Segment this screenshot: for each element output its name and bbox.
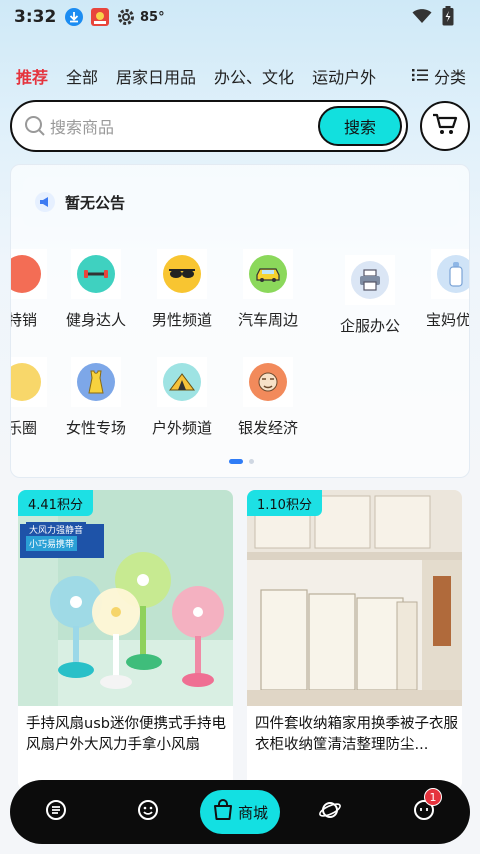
app-notification-icon [90, 7, 110, 27]
product-card[interactable]: 大风力强静音 小巧易携带 4.41积分 手持风扇usb迷你便携式手持电风扇户外大… [18, 490, 233, 790]
pager-dots [11, 459, 469, 464]
search-row: 搜索 [10, 100, 470, 152]
category-image [11, 249, 47, 299]
tab-all[interactable]: 全部 [66, 64, 98, 88]
category-image [345, 255, 395, 305]
category-tabs: 推荐 全部 居家日用品 办公、文化 运动户外 分类 [0, 58, 480, 94]
nav-shop[interactable]: 商城 [200, 790, 280, 834]
planet-icon [318, 799, 342, 825]
category-image [243, 249, 293, 299]
tank-top-icon [77, 363, 115, 401]
cart-button[interactable] [420, 101, 470, 151]
list-icon [45, 799, 67, 825]
menu-list-icon [411, 67, 428, 86]
nav-list[interactable] [26, 780, 86, 844]
baby-bottle-icon [437, 255, 469, 293]
pager-dot[interactable] [248, 459, 254, 464]
dumbbell-icon [77, 255, 115, 293]
pager-dot-active[interactable] [228, 459, 243, 464]
tabs-scroll: 推荐 全部 居家日用品 办公、文化 运动户外 [0, 64, 402, 88]
search-icon [24, 115, 46, 141]
wifi-icon [412, 8, 432, 28]
category-image [157, 249, 207, 299]
partial-icon [11, 255, 41, 293]
category-item-car[interactable]: 汽车周边 [225, 249, 311, 345]
product-grid: 大风力强静音 小巧易携带 4.41积分 手持风扇usb迷你便携式手持电风扇户外大… [18, 490, 462, 790]
category-image [157, 357, 207, 407]
smile-icon [137, 799, 159, 825]
notice-bar[interactable]: 暂无公告 [23, 177, 459, 227]
product-image-storage: 1.10积分 [247, 490, 462, 706]
tab-sports-outdoor[interactable]: 运动户外 [312, 64, 376, 88]
product-title[interactable]: 四件套收纳箱家用换季被子衣服衣柜收纳筐清洁整理防尘... [255, 714, 459, 756]
category-grid: 特销 健身达人 男性频道 汽车周边 企服办公 [11, 245, 470, 445]
search-box[interactable]: 搜索 [10, 100, 408, 152]
category-button-label: 分类 [433, 68, 466, 87]
settings-gear-icon [116, 7, 136, 27]
category-item-senior[interactable]: 银发经济 [225, 357, 311, 453]
status-time: 3:32 [14, 7, 57, 27]
nav-smile[interactable] [118, 780, 178, 844]
nav-shop-label: 商城 [237, 803, 268, 822]
partial-icon [11, 363, 41, 401]
points-badge: 4.41积分 [18, 490, 93, 516]
product-title[interactable]: 手持风扇usb迷你便携式手持电风扇户外大风力手拿小风扇 [26, 714, 230, 756]
category-image [431, 249, 469, 299]
category-item-mom-baby[interactable]: 宝妈优选 [413, 249, 470, 345]
printer-icon [351, 261, 389, 299]
tent-icon [163, 363, 201, 401]
category-label: 女性专场 [65, 419, 126, 437]
status-bar: 3:32 85° [0, 0, 480, 34]
category-image [71, 249, 121, 299]
category-item-outdoor[interactable]: 户外频道 [139, 357, 225, 453]
product-card[interactable]: 1.10积分 四件套收纳箱家用换季被子衣服衣柜收纳筐清洁整理防尘... [247, 490, 462, 790]
bottom-nav: 商城 1 [10, 780, 470, 844]
product-image-caption: 小巧易携带 [26, 536, 78, 551]
category-item-women[interactable]: 女性专场 [53, 357, 139, 453]
shopping-cart-icon [432, 112, 458, 140]
category-label: 宝妈优选 [425, 311, 470, 329]
car-icon [249, 255, 287, 293]
nav-planet[interactable] [300, 780, 360, 844]
nav-message[interactable]: 1 [394, 780, 454, 844]
category-label: 户外频道 [151, 419, 212, 437]
category-button[interactable]: 分类 [411, 64, 466, 88]
category-label: 男性频道 [151, 311, 212, 329]
download-icon [64, 7, 84, 27]
feature-panel: 暂无公告 特销 健身达人 男性频道 汽车周边 [10, 164, 470, 478]
battery-charging-icon [442, 6, 454, 30]
category-item-fitness[interactable]: 健身达人 [53, 249, 139, 345]
notification-badge: 1 [424, 788, 442, 806]
search-button[interactable]: 搜索 [318, 106, 402, 146]
category-label: 银发经济 [237, 419, 298, 437]
shop-bag-icon [212, 799, 234, 825]
megaphone-icon [35, 192, 55, 212]
sunglasses-icon [163, 255, 201, 293]
category-label: 企服办公 [339, 317, 400, 335]
category-label: 健身达人 [65, 311, 126, 329]
category-item-office[interactable]: 企服办公 [327, 255, 413, 351]
category-image [11, 357, 47, 407]
category-image [71, 357, 121, 407]
category-label: 汽车周边 [237, 311, 298, 329]
notice-text: 暂无公告 [65, 193, 126, 212]
tab-recommend[interactable]: 推荐 [16, 64, 48, 88]
category-item-men[interactable]: 男性频道 [139, 249, 225, 345]
temperature: 85° [140, 9, 165, 25]
search-input[interactable] [50, 114, 310, 140]
elder-face-icon [249, 363, 287, 401]
product-image-fan: 大风力强静音 小巧易携带 4.41积分 [18, 490, 233, 706]
product-image-caption: 大风力强静音 [26, 522, 87, 537]
tab-home-goods[interactable]: 居家日用品 [116, 64, 196, 88]
points-badge: 1.10积分 [247, 490, 322, 516]
tab-office-culture[interactable]: 办公、文化 [214, 64, 294, 88]
category-image [243, 357, 293, 407]
